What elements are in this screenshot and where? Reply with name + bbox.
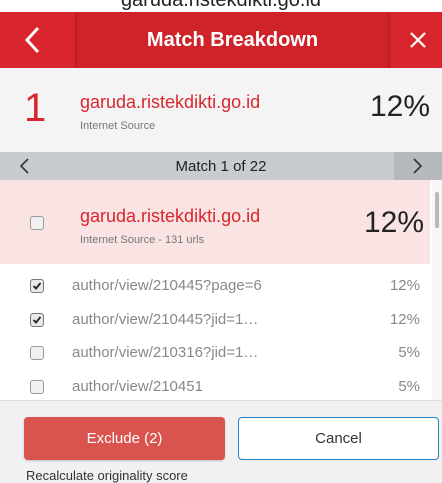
top-clipped-strip: garuda.ristekdikti.go.id (0, 0, 442, 12)
source-summary: 1 garuda.ristekdikti.go.id Internet Sour… (0, 68, 442, 152)
source-type: Internet Source (80, 120, 156, 132)
match-counter: Match 1 of 22 (175, 157, 267, 175)
back-button[interactable] (0, 12, 64, 68)
url-percent: 12% (389, 277, 420, 294)
list-item: author/view/210445?page=6 12% (0, 270, 430, 304)
source-rank: 1 (24, 86, 47, 130)
chevron-right-icon (413, 158, 423, 174)
match-source-card: garuda.ristekdikti.go.id Internet Source… (0, 180, 430, 264)
url-checkbox[interactable] (30, 379, 44, 394)
checkmark-icon (32, 315, 42, 324)
exclude-button[interactable]: Exclude (2) (24, 417, 225, 460)
recalculate-note: Recalculate originality score (26, 468, 188, 483)
url-path[interactable]: author/view/210316?jid=1… (72, 344, 258, 361)
title-box: Match Breakdown (76, 12, 389, 68)
url-percent: 5% (398, 377, 420, 395)
panel-header: Match Breakdown (0, 12, 442, 68)
url-percent: 5% (398, 344, 420, 361)
url-checkbox[interactable] (30, 279, 44, 293)
chevron-left-icon (24, 26, 40, 54)
url-path[interactable]: author/view/210451 (72, 378, 203, 395)
url-list: author/view/210445?page=6 12% author/vie… (0, 270, 430, 404)
cancel-button[interactable]: Cancel (238, 417, 439, 460)
match-navigator: Match 1 of 22 (0, 152, 442, 180)
url-checkbox[interactable] (30, 312, 44, 327)
checkmark-icon (32, 282, 42, 290)
list-item: author/view/210316?jid=1… 5% (0, 337, 430, 371)
url-checkbox[interactable] (30, 346, 44, 360)
close-icon (410, 32, 426, 48)
match-source-checkbox[interactable] (30, 216, 44, 230)
list-item: author/view/210451 5% (0, 371, 430, 405)
chevron-left-icon (19, 158, 29, 174)
next-match-button[interactable] (394, 152, 442, 180)
scrollbar-thumb[interactable] (435, 192, 439, 228)
list-item: author/view/210445?jid=1… 12% (0, 304, 430, 338)
url-path[interactable]: author/view/210445?jid=1… (72, 311, 258, 328)
match-source-type: Internet Source - 131 urls (80, 234, 205, 246)
clipped-heading-text: garuda.ristekdikti.go.id (120, 0, 322, 11)
scrollbar[interactable] (432, 180, 442, 400)
action-footer: Exclude (2) Cancel Recalculate originali… (0, 400, 442, 483)
source-percent: 12% (369, 90, 430, 123)
match-source-name[interactable]: garuda.ristekdikti.go.id (80, 206, 260, 227)
prev-match-button[interactable] (0, 152, 48, 180)
url-path[interactable]: author/view/210445?page=6 (72, 277, 262, 294)
url-percent: 12% (389, 310, 420, 328)
source-name: garuda.ristekdikti.go.id (80, 92, 261, 112)
match-source-percent: 12% (363, 206, 424, 239)
close-button[interactable] (394, 12, 442, 68)
panel-title: Match Breakdown (146, 28, 319, 51)
